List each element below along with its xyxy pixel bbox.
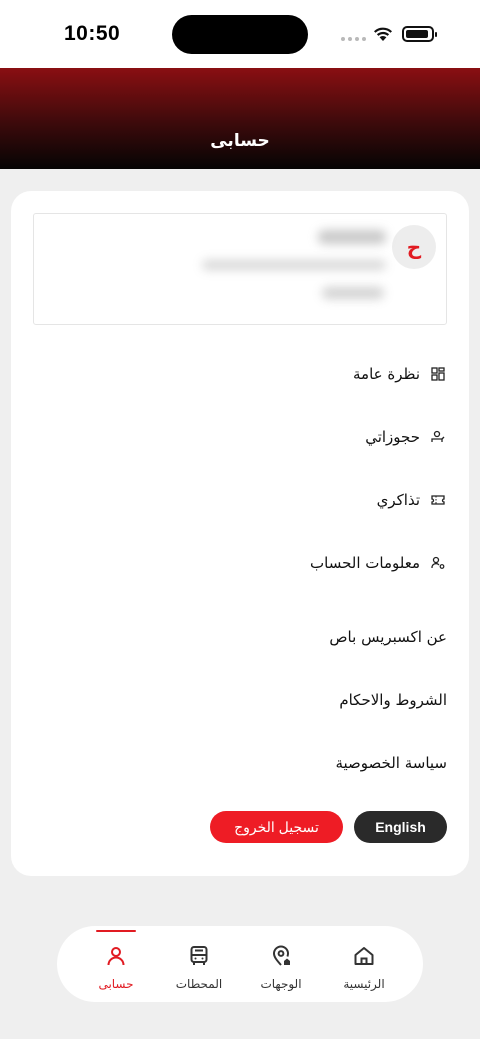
tab-label: الوجهات <box>260 977 302 991</box>
tab-stations[interactable]: المحطات <box>159 926 239 1002</box>
menu-item-tickets[interactable]: تذاكري <box>377 485 445 515</box>
page-header: حسابى <box>0 68 480 169</box>
link-label: سياسة الخصوصية <box>335 754 447 772</box>
menu-item-account-info[interactable]: معلومات الحساب <box>310 548 445 578</box>
link-terms[interactable]: الشروط والاحكام <box>339 685 447 715</box>
menu-item-label: حجوزاتي <box>365 428 420 446</box>
avatar: ح <box>392 225 436 269</box>
tab-account[interactable]: حسابى <box>76 926 156 1002</box>
tab-label: المحطات <box>175 977 223 991</box>
status-bar: 10:50 <box>0 0 480 68</box>
tab-destinations[interactable]: الوجهات <box>241 926 321 1002</box>
account-card: ح نظرة عامة حجوزاتي تذاكري معلومات الحسا… <box>11 191 469 876</box>
menu-item-bookings[interactable]: حجوزاتي <box>365 422 445 452</box>
home-icon <box>354 947 374 965</box>
tab-home[interactable]: الرئيسية <box>324 926 404 1002</box>
link-privacy[interactable]: سياسة الخصوصية <box>335 748 447 778</box>
active-tab-indicator <box>96 930 136 932</box>
bottom-tab-bar: الرئيسية الوجهات المحطات حسابى <box>57 926 423 1002</box>
link-about[interactable]: عن اكسبريس باص <box>329 622 447 652</box>
english-language-button[interactable]: English <box>354 811 447 843</box>
blurred-email <box>202 260 386 270</box>
bus-icon <box>190 946 208 965</box>
page-title: حسابى <box>210 131 270 151</box>
blurred-phone <box>322 287 384 299</box>
cellular-signal-icon <box>341 37 366 41</box>
profile-summary[interactable]: ح <box>33 213 447 325</box>
grid-icon <box>431 367 445 381</box>
wifi-icon <box>374 27 392 41</box>
user-icon <box>107 947 125 966</box>
menu-item-overview[interactable]: نظرة عامة <box>353 359 445 389</box>
account-settings-icon <box>431 556 445 569</box>
dynamic-island <box>172 15 308 54</box>
menu-item-label: تذاكري <box>376 491 420 509</box>
status-time: 10:50 <box>64 22 121 45</box>
tab-label: الرئيسية <box>343 977 385 991</box>
tab-label: حسابى <box>98 977 134 991</box>
bookings-icon <box>431 430 445 442</box>
link-label: الشروط والاحكام <box>339 691 447 709</box>
menu-item-label: معلومات الحساب <box>310 554 420 572</box>
menu-item-label: نظرة عامة <box>353 365 420 383</box>
battery-icon <box>402 26 437 42</box>
ticket-icon <box>431 495 445 505</box>
logout-button[interactable]: تسجيل الخروج <box>210 811 343 843</box>
blurred-name <box>318 230 386 244</box>
link-label: عن اكسبريس باص <box>329 628 447 646</box>
location-pin-icon <box>272 945 290 966</box>
